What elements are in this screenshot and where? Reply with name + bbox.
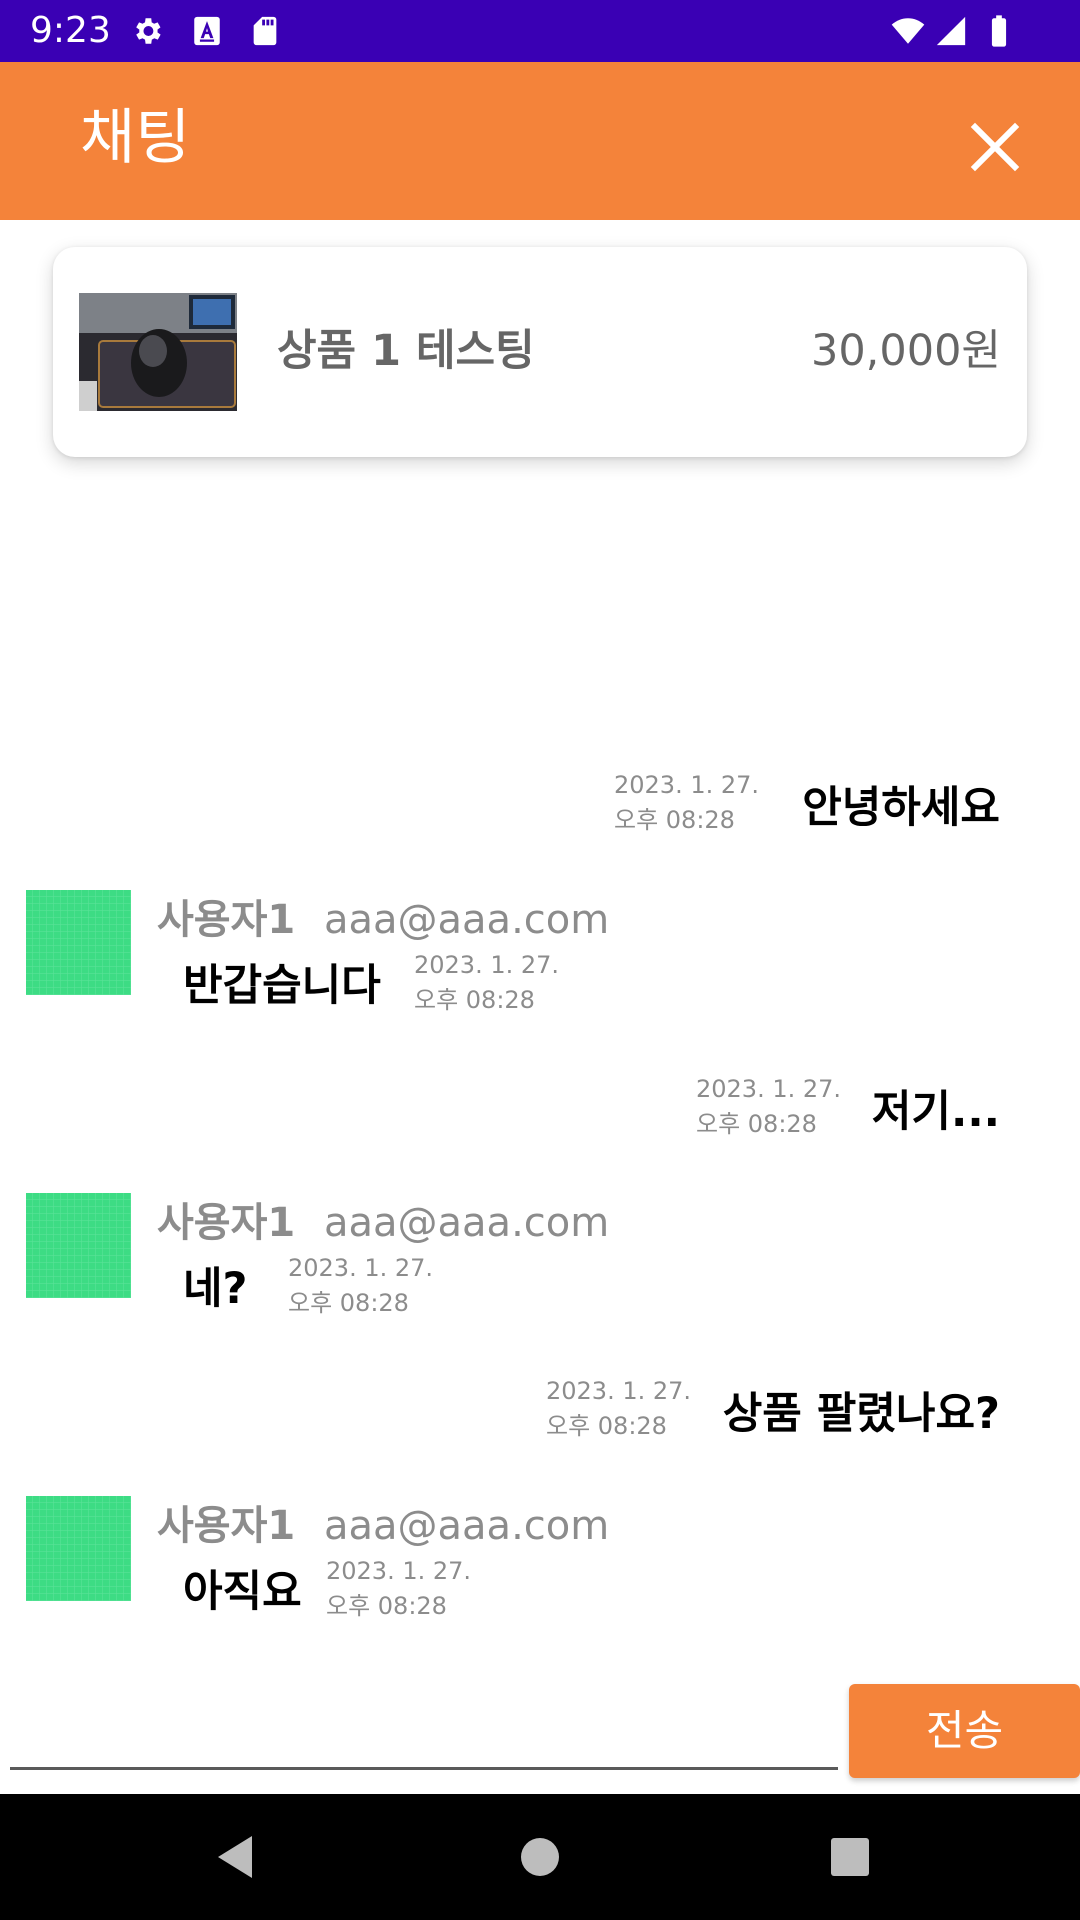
user-email: aaa@aaa.com [324,1503,610,1549]
nav-bar [0,1794,1080,1920]
product-card[interactable]: 상품 1 테스팅 30,000원 [53,247,1027,457]
gear-icon [136,18,161,44]
message-input[interactable] [10,1680,838,1770]
message-date: 2023. 1. 27. [326,1557,472,1585]
send-button[interactable]: 전송 [849,1684,1080,1778]
user-email: aaa@aaa.com [324,1200,610,1246]
user-name: 사용자1 [157,1200,296,1246]
product-thumbnail [79,293,237,411]
wifi-icon [891,18,925,44]
status-bar: 9:23 [0,0,1080,62]
status-time: 9:23 [30,10,111,51]
message-date: 2023. 1. 27. [414,951,560,979]
avatar[interactable] [26,890,131,995]
message-text: 반갑습니다 [183,961,381,1011]
message-time: 오후 08:28 [614,806,735,834]
battery-icon [991,15,1007,47]
signal-icon [936,16,966,46]
product-name: 상품 1 테스팅 [277,326,535,376]
avatar[interactable] [26,1496,131,1601]
app-bar: 채팅 [0,62,1080,220]
message-time: 오후 08:28 [326,1592,447,1620]
sd-card-icon [253,16,277,46]
avatar[interactable] [26,1193,131,1298]
message-time: 오후 08:28 [546,1412,667,1440]
back-icon[interactable] [200,1822,270,1892]
message-text: 저기... [871,1087,1000,1137]
product-price: 30,000원 [810,326,1001,376]
user-name: 사용자1 [157,1503,296,1549]
message-date: 2023. 1. 27. [546,1377,692,1405]
user-name: 사용자1 [157,897,296,943]
message-date: 2023. 1. 27. [696,1075,842,1103]
message-text: 상품 팔렸나요? [722,1389,1000,1439]
message-text: 네? [183,1264,248,1314]
page-title: 채팅 [80,103,191,173]
user-email: aaa@aaa.com [324,897,610,943]
message-text: 안녕하세요 [802,783,1000,833]
close-icon [970,122,1020,172]
message-date: 2023. 1. 27. [288,1254,434,1282]
message-time: 오후 08:28 [288,1289,409,1317]
home-icon[interactable] [505,1822,575,1892]
chat-screen: 9:23 채팅 상품 1 테스팅 30,000원 2023. 1. 27. 오후… [0,0,1080,1920]
message-text: 아직요 [183,1567,302,1617]
font-a-icon [194,16,220,46]
message-time: 오후 08:28 [696,1110,817,1138]
message-time: 오후 08:28 [414,986,535,1014]
recents-icon[interactable] [815,1822,885,1892]
close-button[interactable] [955,107,1035,187]
message-date: 2023. 1. 27. [614,771,760,799]
